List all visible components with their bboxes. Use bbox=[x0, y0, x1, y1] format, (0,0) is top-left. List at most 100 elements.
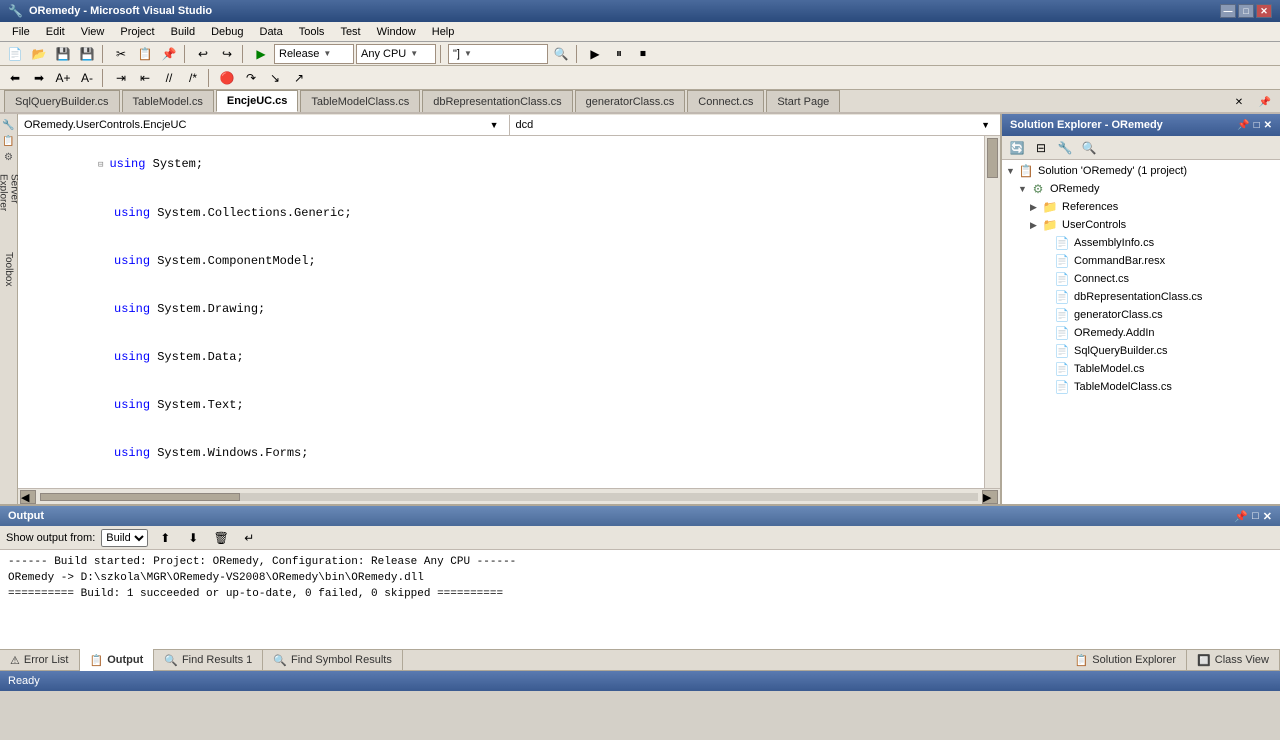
output-close-button[interactable]: ✕ bbox=[1263, 510, 1272, 523]
close-tab-button[interactable]: ✕ bbox=[1228, 92, 1250, 112]
outdent[interactable]: ⇤ bbox=[134, 68, 156, 88]
se-properties-button[interactable]: 🔧 bbox=[1054, 138, 1076, 158]
menu-edit[interactable]: Edit bbox=[38, 24, 73, 40]
open-button[interactable]: 📂 bbox=[28, 44, 50, 64]
tab-SqlQueryBuilder[interactable]: SqlQueryBuilder.cs bbox=[4, 90, 120, 112]
tab-Connect[interactable]: Connect.cs bbox=[687, 90, 764, 112]
scroll-left-button[interactable]: ◀ bbox=[20, 490, 36, 504]
output-word-wrap-button[interactable]: ↵ bbox=[238, 528, 260, 548]
tree-generator[interactable]: ▶ 📄 generatorClass.cs bbox=[1002, 306, 1280, 324]
tab-generatorClass[interactable]: generatorClass.cs bbox=[575, 90, 686, 112]
nav-back[interactable]: ⬅ bbox=[4, 68, 26, 88]
step-out[interactable]: ↗ bbox=[288, 68, 310, 88]
toolbox-item-1[interactable]: 🔧 bbox=[2, 118, 16, 132]
tree-assemblyinfo[interactable]: ▶ 📄 AssemblyInfo.cs bbox=[1002, 234, 1280, 252]
uncomment[interactable]: /* bbox=[182, 68, 204, 88]
output-pin-button[interactable]: 📌 bbox=[1234, 510, 1248, 523]
tab-find-results[interactable]: 🔍 Find Results 1 bbox=[154, 649, 263, 671]
tree-tablemodelclass[interactable]: ▶ 📄 TableModelClass.cs bbox=[1002, 378, 1280, 396]
new-file-button[interactable]: 📄 bbox=[4, 44, 26, 64]
horizontal-scrollbar[interactable]: ◀ ▶ bbox=[18, 488, 1000, 504]
tab-TableModelClass[interactable]: TableModelClass.cs bbox=[300, 90, 420, 112]
step-over[interactable]: ↷ bbox=[240, 68, 262, 88]
tree-dbrepresentation[interactable]: ▶ 📄 dbRepresentationClass.cs bbox=[1002, 288, 1280, 306]
expand-usercontrols[interactable]: ▶ bbox=[1030, 220, 1042, 231]
expand-solution[interactable]: ▼ bbox=[1006, 166, 1018, 176]
tree-tablemodel[interactable]: ▶ 📄 TableModel.cs bbox=[1002, 360, 1280, 378]
window-controls[interactable]: — □ ✕ bbox=[1220, 4, 1272, 18]
menu-project[interactable]: Project bbox=[112, 24, 162, 40]
tab-solution-explorer-bottom[interactable]: 📋 Solution Explorer bbox=[1065, 649, 1187, 671]
toolbox-item-3[interactable]: ⚙ bbox=[2, 150, 16, 164]
panel-pin-button[interactable]: 📌 bbox=[1237, 120, 1249, 131]
tree-oremedy-addin[interactable]: ▶ 📄 ORemedy.AddIn bbox=[1002, 324, 1280, 342]
se-search-button[interactable]: 🔍 bbox=[1078, 138, 1100, 158]
tree-sqlquerybuilder[interactable]: ▶ 📄 SqlQueryBuilder.cs bbox=[1002, 342, 1280, 360]
debug-start[interactable]: ▶ bbox=[584, 44, 606, 64]
zoom-in[interactable]: A+ bbox=[52, 68, 74, 88]
debug-stop[interactable]: ⏹ bbox=[632, 44, 654, 64]
tab-pin-button[interactable]: 📌 bbox=[1254, 92, 1276, 112]
cut-button[interactable]: ✂ bbox=[110, 44, 132, 64]
panel-close-button[interactable]: ✕ bbox=[1264, 120, 1272, 131]
scroll-h-thumb[interactable] bbox=[40, 493, 240, 501]
debug-pause[interactable]: ⏸ bbox=[608, 44, 630, 64]
redo-button[interactable]: ↪ bbox=[216, 44, 238, 64]
output-prev-button[interactable]: ⬆ bbox=[154, 528, 176, 548]
minimize-button[interactable]: — bbox=[1220, 4, 1236, 18]
zoom-out[interactable]: A- bbox=[76, 68, 98, 88]
vertical-scrollbar[interactable] bbox=[984, 136, 1000, 488]
output-clear-button[interactable]: 🗑 bbox=[210, 528, 232, 548]
tab-StartPage[interactable]: Start Page bbox=[766, 90, 840, 112]
menu-test[interactable]: Test bbox=[332, 24, 368, 40]
tab-class-view[interactable]: 🔲 Class View bbox=[1187, 649, 1280, 671]
save-all-button[interactable]: 💾 bbox=[76, 44, 98, 64]
tab-output[interactable]: 📋 Output bbox=[80, 649, 155, 671]
method-dropdown[interactable]: dcd ▼ bbox=[510, 115, 1001, 135]
menu-help[interactable]: Help bbox=[424, 24, 463, 40]
expand-project[interactable]: ▼ bbox=[1018, 184, 1030, 194]
output-next-button[interactable]: ⬇ bbox=[182, 528, 204, 548]
save-button[interactable]: 💾 bbox=[52, 44, 74, 64]
breakpoint[interactable]: 🔴 bbox=[216, 68, 238, 88]
build-config-dropdown[interactable]: Release ▼ bbox=[274, 44, 354, 64]
code-editor[interactable]: ⊟using System; using System.Collections.… bbox=[18, 136, 984, 488]
undo-button[interactable]: ↩ bbox=[192, 44, 214, 64]
find-button[interactable]: 🔍 bbox=[550, 44, 572, 64]
paste-button[interactable]: 📌 bbox=[158, 44, 180, 64]
menu-build[interactable]: Build bbox=[163, 24, 203, 40]
output-maximize-button[interactable]: □ bbox=[1252, 510, 1259, 523]
comment[interactable]: // bbox=[158, 68, 180, 88]
tree-commandbar[interactable]: ▶ 📄 CommandBar.resx bbox=[1002, 252, 1280, 270]
menu-debug[interactable]: Debug bbox=[203, 24, 251, 40]
panel-maximize-button[interactable]: □ bbox=[1254, 120, 1260, 131]
tab-EncjeUC[interactable]: EncjeUC.cs bbox=[216, 90, 299, 112]
tab-error-list[interactable]: ⚠ Error List bbox=[0, 649, 80, 671]
scrollbar-thumb[interactable] bbox=[987, 138, 998, 178]
run-button[interactable]: ▶ bbox=[250, 44, 272, 64]
se-collapse-button[interactable]: ⊟ bbox=[1030, 138, 1052, 158]
tab-find-symbol[interactable]: 🔍 Find Symbol Results bbox=[263, 649, 403, 671]
tab-dbRepresentationClass[interactable]: dbRepresentationClass.cs bbox=[422, 90, 572, 112]
tree-usercontrols[interactable]: ▶ 📁 UserControls bbox=[1002, 216, 1280, 234]
toolbox-tab[interactable]: Toolbox bbox=[2, 262, 16, 276]
menu-tools[interactable]: Tools bbox=[291, 24, 333, 40]
toolbox-item-2[interactable]: 📋 bbox=[2, 134, 16, 148]
tree-references[interactable]: ▶ 📁 References bbox=[1002, 198, 1280, 216]
server-explorer-tab[interactable]: Server Explorer bbox=[2, 186, 16, 200]
indent[interactable]: ⇥ bbox=[110, 68, 132, 88]
step-into[interactable]: ↘ bbox=[264, 68, 286, 88]
scroll-right-button[interactable]: ▶ bbox=[982, 490, 998, 504]
nav-fwd[interactable]: ➡ bbox=[28, 68, 50, 88]
tab-TableModel[interactable]: TableModel.cs bbox=[122, 90, 214, 112]
tree-solution[interactable]: ▼ 📋 Solution 'ORemedy' (1 project) bbox=[1002, 162, 1280, 180]
class-dropdown[interactable]: ORemedy.UserControls.EncjeUC ▼ bbox=[18, 115, 510, 135]
maximize-button[interactable]: □ bbox=[1238, 4, 1254, 18]
se-refresh-button[interactable]: 🔄 bbox=[1006, 138, 1028, 158]
menu-view[interactable]: View bbox=[73, 24, 113, 40]
tree-project[interactable]: ▼ ⚙ ORemedy bbox=[1002, 180, 1280, 198]
tree-connect[interactable]: ▶ 📄 Connect.cs bbox=[1002, 270, 1280, 288]
platform-dropdown[interactable]: Any CPU ▼ bbox=[356, 44, 436, 64]
output-source-select[interactable]: Build bbox=[101, 529, 148, 547]
menu-window[interactable]: Window bbox=[369, 24, 424, 40]
